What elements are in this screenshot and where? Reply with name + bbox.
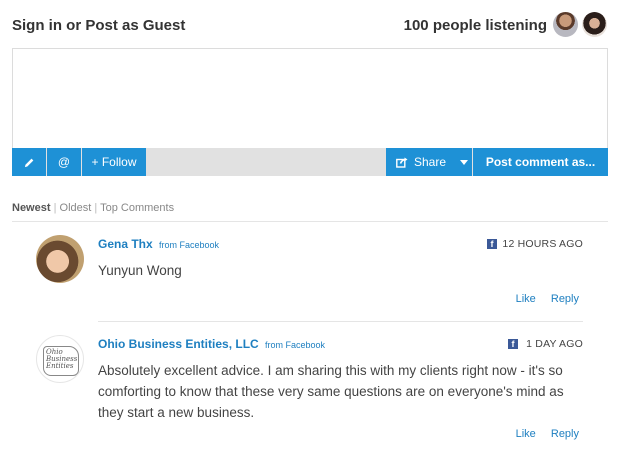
company-logo: Ohio Business Entities (43, 346, 79, 376)
listener-avatar[interactable] (582, 12, 607, 37)
comment-text: Absolutely excellent advice. I am sharin… (98, 363, 564, 420)
comment-actions: Like Reply (504, 428, 579, 440)
sort-options: Newest | Oldest | Top Comments (12, 202, 174, 214)
facebook-icon: f (508, 339, 518, 349)
comment-composer: @ + Follow Share Post comment as... (12, 48, 608, 176)
comment-actions: Like Reply (504, 293, 579, 305)
sort-oldest[interactable]: Oldest (60, 202, 92, 214)
author-name[interactable]: Gena Thx (98, 237, 153, 251)
comment-source[interactable]: from Facebook (265, 340, 325, 350)
comment-textarea[interactable] (12, 48, 608, 148)
like-button[interactable]: Like (516, 428, 536, 440)
chevron-down-icon (460, 159, 469, 165)
comment-text: Yunyun Wong (98, 263, 182, 278)
sort-top-comments[interactable]: Top Comments (100, 202, 174, 214)
signin-link[interactable]: Sign in or Post as Guest (12, 17, 185, 34)
like-button[interactable]: Like (516, 293, 536, 305)
avatar[interactable] (36, 235, 84, 283)
sort-separator: | (53, 202, 57, 214)
avatar[interactable]: Ohio Business Entities (36, 335, 84, 383)
pencil-icon (24, 158, 33, 167)
comment-item: Ohio Business Entities Ohio Business Ent… (0, 322, 620, 452)
facebook-icon: f (487, 239, 497, 249)
post-comment-button[interactable]: Post comment as... (473, 148, 608, 176)
follow-button[interactable]: + Follow (82, 148, 146, 176)
comment-timestamp[interactable]: 12 HOURS AGO (502, 238, 583, 250)
composer-toolbar: @ + Follow Share Post comment as... (12, 148, 608, 176)
share-label: Share (414, 155, 447, 169)
author-name[interactable]: Ohio Business Entities, LLC (98, 337, 259, 351)
sort-separator: | (94, 202, 98, 214)
share-button[interactable]: Share (386, 148, 472, 176)
comments-header: Sign in or Post as Guest 100 people list… (12, 0, 608, 48)
comment-author: Gena Thx from Facebook (98, 237, 219, 251)
share-icon (396, 157, 408, 168)
reply-button[interactable]: Reply (551, 428, 579, 440)
comment-source[interactable]: from Facebook (159, 240, 219, 250)
comment-item: Gena Thx from Facebook f 12 HOURS AGO Yu… (0, 222, 620, 322)
edit-button[interactable] (12, 148, 46, 176)
listener-avatar[interactable] (553, 12, 578, 37)
mention-button[interactable]: @ (47, 148, 81, 176)
reply-button[interactable]: Reply (551, 293, 579, 305)
sort-newest[interactable]: Newest (12, 202, 51, 214)
listening-count: 100 people listening (403, 17, 547, 34)
comment-author: Ohio Business Entities, LLC from Faceboo… (98, 337, 325, 351)
comment-timestamp[interactable]: 1 DAY AGO (526, 338, 583, 350)
